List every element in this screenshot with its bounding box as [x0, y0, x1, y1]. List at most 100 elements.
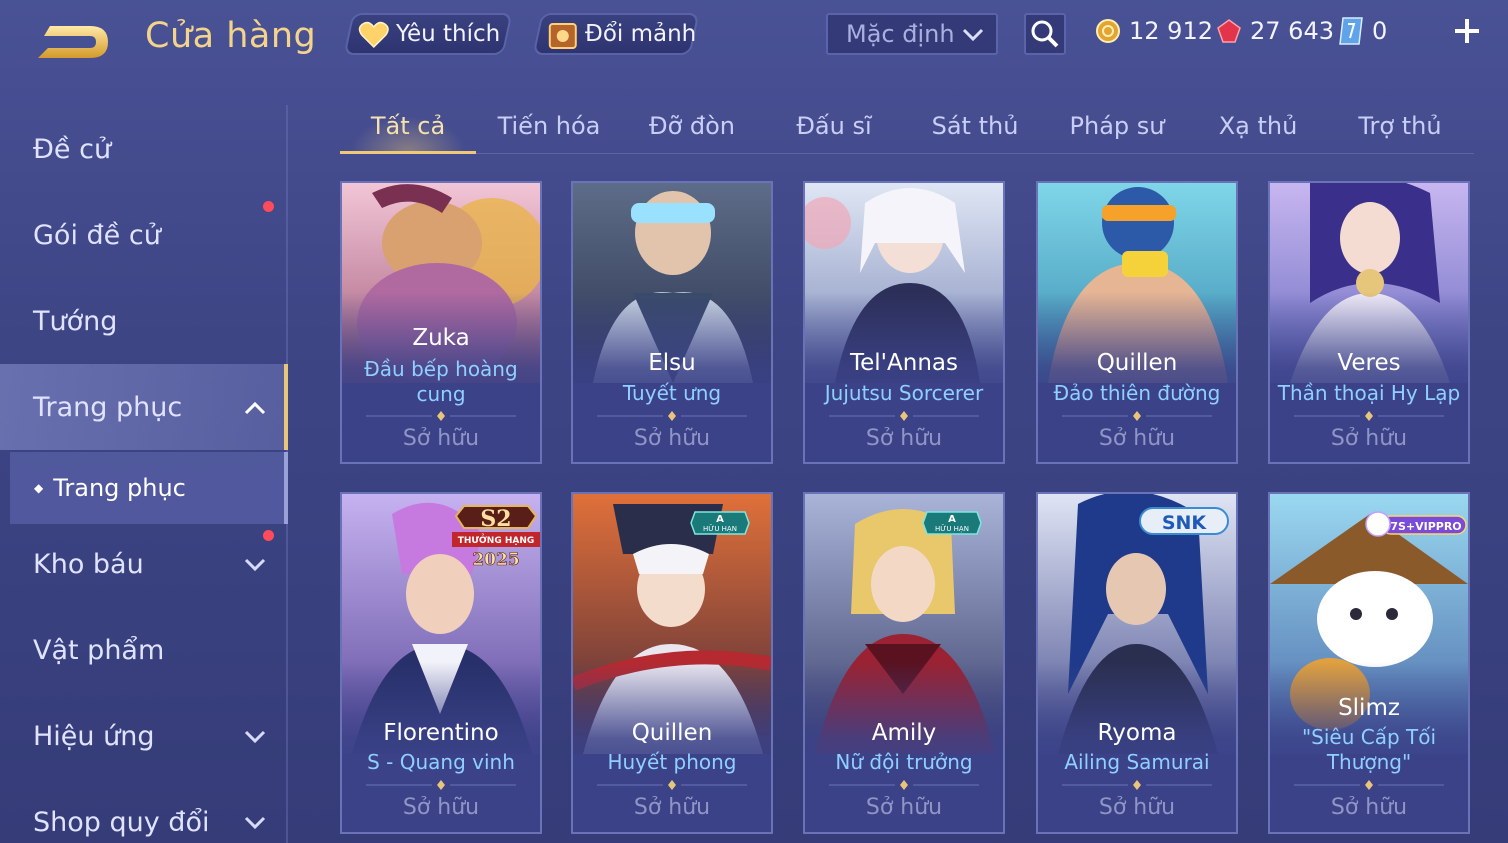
hero-name: Zuka — [412, 325, 470, 351]
vip-badge: 7S+VIPPRO — [1365, 511, 1467, 537]
search-icon — [1031, 20, 1059, 48]
chevron-down-icon — [244, 815, 266, 830]
back-icon[interactable] — [30, 18, 114, 64]
badge-s2-text: S2 — [480, 506, 511, 532]
hero-name: Tel'Annas — [850, 350, 958, 376]
sidebar-item-treasure[interactable]: Kho báu — [0, 521, 288, 607]
skin-name: Huyết phong — [607, 750, 737, 774]
add-currency-button[interactable] — [1452, 16, 1482, 46]
owned-status: Sở hữu — [1330, 795, 1408, 820]
tab-label: Tất cả — [370, 112, 446, 140]
skin-name: Đầu bếp hoàng cung — [364, 357, 518, 406]
tab-evolution[interactable]: Tiến hóa — [486, 100, 612, 152]
owned-status: Sở hữu — [1330, 426, 1408, 451]
search-button[interactable] — [1024, 13, 1066, 55]
tab-mage[interactable]: Pháp sư — [1058, 100, 1176, 152]
hero-name: Elsu — [648, 350, 696, 376]
owned-status: Sở hữu — [865, 795, 943, 820]
chevron-up-icon — [244, 400, 266, 415]
skin-card[interactable]: A HỮU HẠN Quillen Huyết phong Sở hữu — [571, 492, 773, 834]
skin-card[interactable]: 7S+VIPPRO Slimz "Siêu Cấp Tối Thượng" Sở… — [1268, 492, 1470, 834]
tab-marksman[interactable]: Xạ thủ — [1202, 100, 1314, 152]
sidebar-item-label: Trang phục — [33, 391, 183, 423]
badge-a-text: A — [948, 514, 956, 525]
notification-dot — [263, 201, 274, 212]
page-title: Cửa hàng — [145, 16, 317, 56]
owned-status: Sở hữu — [402, 426, 480, 451]
owned-status: Sở hữu — [633, 426, 711, 451]
favorites-label: Yêu thích — [396, 21, 501, 47]
category-tabs: Tất cả Tiến hóa Đỡ đòn Đấu sĩ Sát thủ Ph… — [340, 100, 1474, 154]
chevron-down-icon — [962, 27, 984, 42]
hero-name: Florentino — [383, 720, 499, 746]
sidebar-item-effects[interactable]: Hiệu ứng — [0, 693, 288, 779]
sidebar-item-heroes[interactable]: Tướng — [0, 278, 288, 364]
shard-exchange-button[interactable]: Đổi mảnh — [532, 13, 700, 55]
owned-status: Sở hữu — [865, 426, 943, 451]
skin-card[interactable]: S2 THƯỞNG HẠNG 2025 Florentino S - Quang… — [340, 492, 542, 834]
sidebar-item-label: Kho báu — [33, 548, 144, 580]
favorites-button[interactable]: Yêu thích — [343, 13, 513, 55]
voucher-balance: 0 — [1338, 14, 1387, 48]
ruby-balance: 27 643 — [1216, 14, 1334, 48]
divider-ornament-icon — [366, 780, 516, 790]
divider-ornament-icon — [1062, 780, 1212, 790]
badge-vip-text: 7S+VIPPRO — [1390, 520, 1461, 533]
sidebar-item-skins[interactable]: Trang phục — [0, 364, 288, 450]
sidebar-item-recommended-packs[interactable]: Gói đề cử — [0, 192, 288, 278]
sidebar-item-items[interactable]: Vật phẩm — [0, 607, 288, 693]
gold-value: 12 912 — [1129, 17, 1213, 45]
sidebar-item-label: Gói đề cử — [33, 219, 161, 251]
badge-s2-year-text: 2025 — [472, 550, 519, 570]
badge-a-text: A — [716, 514, 724, 525]
divider-ornament-icon — [597, 411, 747, 421]
sort-dropdown[interactable]: Mặc định — [826, 13, 998, 55]
sort-label: Mặc định — [846, 20, 955, 48]
skin-name: Đảo thiên đường — [1053, 381, 1221, 405]
tab-all[interactable]: Tất cả — [340, 100, 476, 154]
hero-name: Veres — [1337, 350, 1401, 376]
hero-name: Amily — [871, 720, 937, 746]
limited-badge: A HỮU HẠN — [922, 511, 982, 535]
skin-card[interactable]: Quillen Đảo thiên đường Sở hữu — [1036, 181, 1238, 464]
sidebar-item-exchange-shop[interactable]: Shop quy đổi — [0, 779, 288, 843]
skin-card[interactable]: Elsu Tuyết ưng Sở hữu — [571, 181, 773, 464]
badge-a-sub-text: HỮU HẠN — [703, 524, 737, 533]
divider-ornament-icon — [829, 411, 979, 421]
owned-status: Sở hữu — [402, 795, 480, 820]
divider-ornament-icon — [1062, 411, 1212, 421]
voucher-icon — [1339, 17, 1363, 45]
snk-collab-badge: SNK — [1139, 507, 1229, 535]
sidebar-subitem-skins[interactable]: ◆ Trang phục — [10, 452, 288, 524]
skin-card[interactable]: Tel'Annas Jujutsu Sorcerer Sở hữu — [803, 181, 1005, 464]
sidebar: Đề cử Gói đề cử Tướng Trang phục ◆ Trang… — [0, 105, 290, 843]
sidebar-item-label: Hiệu ứng — [33, 720, 155, 752]
tab-label: Đấu sĩ — [796, 112, 872, 140]
chevron-down-icon — [244, 729, 266, 744]
skin-name: Nữ đội trưởng — [835, 750, 973, 774]
skin-card[interactable]: A HỮU HẠN Amily Nữ đội trưởng Sở hữu — [803, 492, 1005, 834]
skin-card[interactable]: SNK Ryoma Ailing Samurai Sở hữu — [1036, 492, 1238, 834]
limited-badge: A HỮU HẠN — [690, 511, 750, 535]
plus-icon — [1455, 19, 1479, 43]
badge-snk-text: SNK — [1162, 512, 1208, 534]
shard-chest-icon — [547, 19, 579, 51]
sidebar-item-label: Shop quy đổi — [33, 806, 210, 838]
tab-fighter[interactable]: Đấu sĩ — [776, 100, 892, 152]
skin-card[interactable]: Veres Thần thoại Hy Lạp Sở hữu — [1268, 181, 1470, 464]
skin-card[interactable]: Zuka Đầu bếp hoàng cung Sở hữu — [340, 181, 542, 464]
divider-ornament-icon — [597, 780, 747, 790]
tab-tank[interactable]: Đỡ đòn — [632, 100, 752, 152]
ruby-value: 27 643 — [1250, 17, 1334, 45]
sidebar-subitem-label: Trang phục — [53, 474, 186, 502]
divider-ornament-icon — [1294, 411, 1444, 421]
skin-name: Tuyết ưng — [622, 381, 722, 405]
tab-label: Đỡ đòn — [648, 112, 736, 140]
gold-balance: 12 912 — [1095, 14, 1213, 48]
owned-status: Sở hữu — [1098, 795, 1176, 820]
sidebar-item-recommended[interactable]: Đề cử — [0, 106, 288, 192]
tab-assassin[interactable]: Sát thủ — [916, 100, 1034, 152]
tab-support[interactable]: Trợ thủ — [1340, 100, 1460, 152]
shards-label: Đổi mảnh — [585, 21, 697, 47]
skin-name: Ailing Samurai — [1064, 750, 1210, 774]
